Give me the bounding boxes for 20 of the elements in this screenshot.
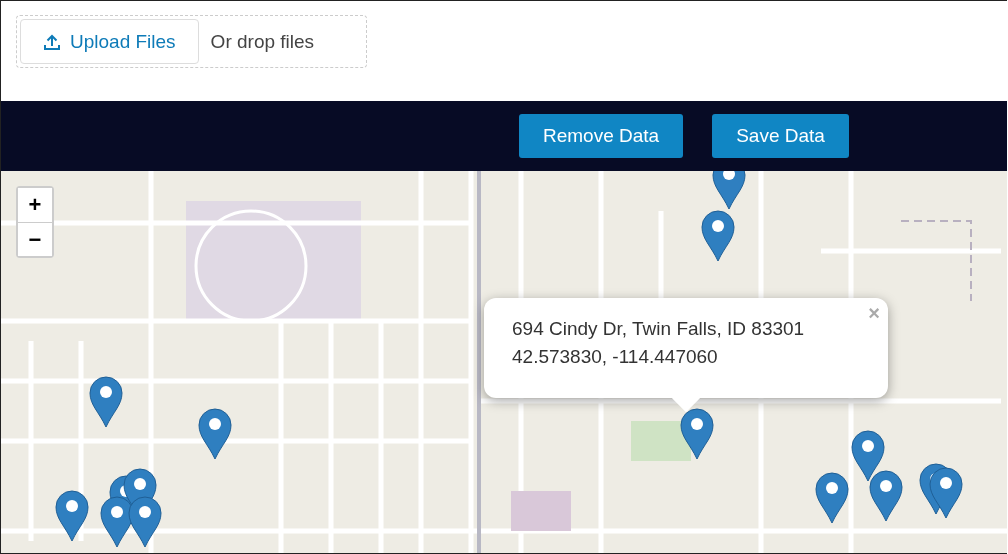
save-data-button[interactable]: Save Data	[712, 114, 849, 158]
map-pin-icon[interactable]	[701, 210, 735, 262]
map-pin-icon[interactable]	[851, 430, 885, 482]
map-pin-cluster-icon[interactable]	[919, 463, 963, 519]
popup-coordinates: 42.573830, -114.447060	[512, 346, 719, 368]
map-pin-icon[interactable]	[89, 376, 123, 428]
upload-files-button[interactable]: Upload Files	[20, 19, 199, 64]
map-pin-icon[interactable]	[869, 470, 903, 522]
map-pin-icon[interactable]	[198, 408, 232, 460]
popup-address: 694 Cindy Dr, Twin Falls, ID 83301	[512, 318, 806, 340]
map-pin-icon[interactable]	[680, 408, 714, 460]
file-drop-zone[interactable]: Upload Files Or drop files	[16, 15, 367, 68]
map-pin-icon[interactable]	[815, 472, 849, 524]
zoom-out-button[interactable]: −	[18, 222, 52, 256]
map-pin-icon[interactable]	[55, 490, 89, 542]
map-pin-cluster-icon[interactable]	[100, 468, 162, 548]
upload-icon	[43, 32, 61, 51]
map-pin-icon[interactable]	[712, 171, 746, 210]
remove-data-button[interactable]: Remove Data	[519, 114, 684, 158]
drop-hint: Or drop files	[210, 30, 315, 53]
